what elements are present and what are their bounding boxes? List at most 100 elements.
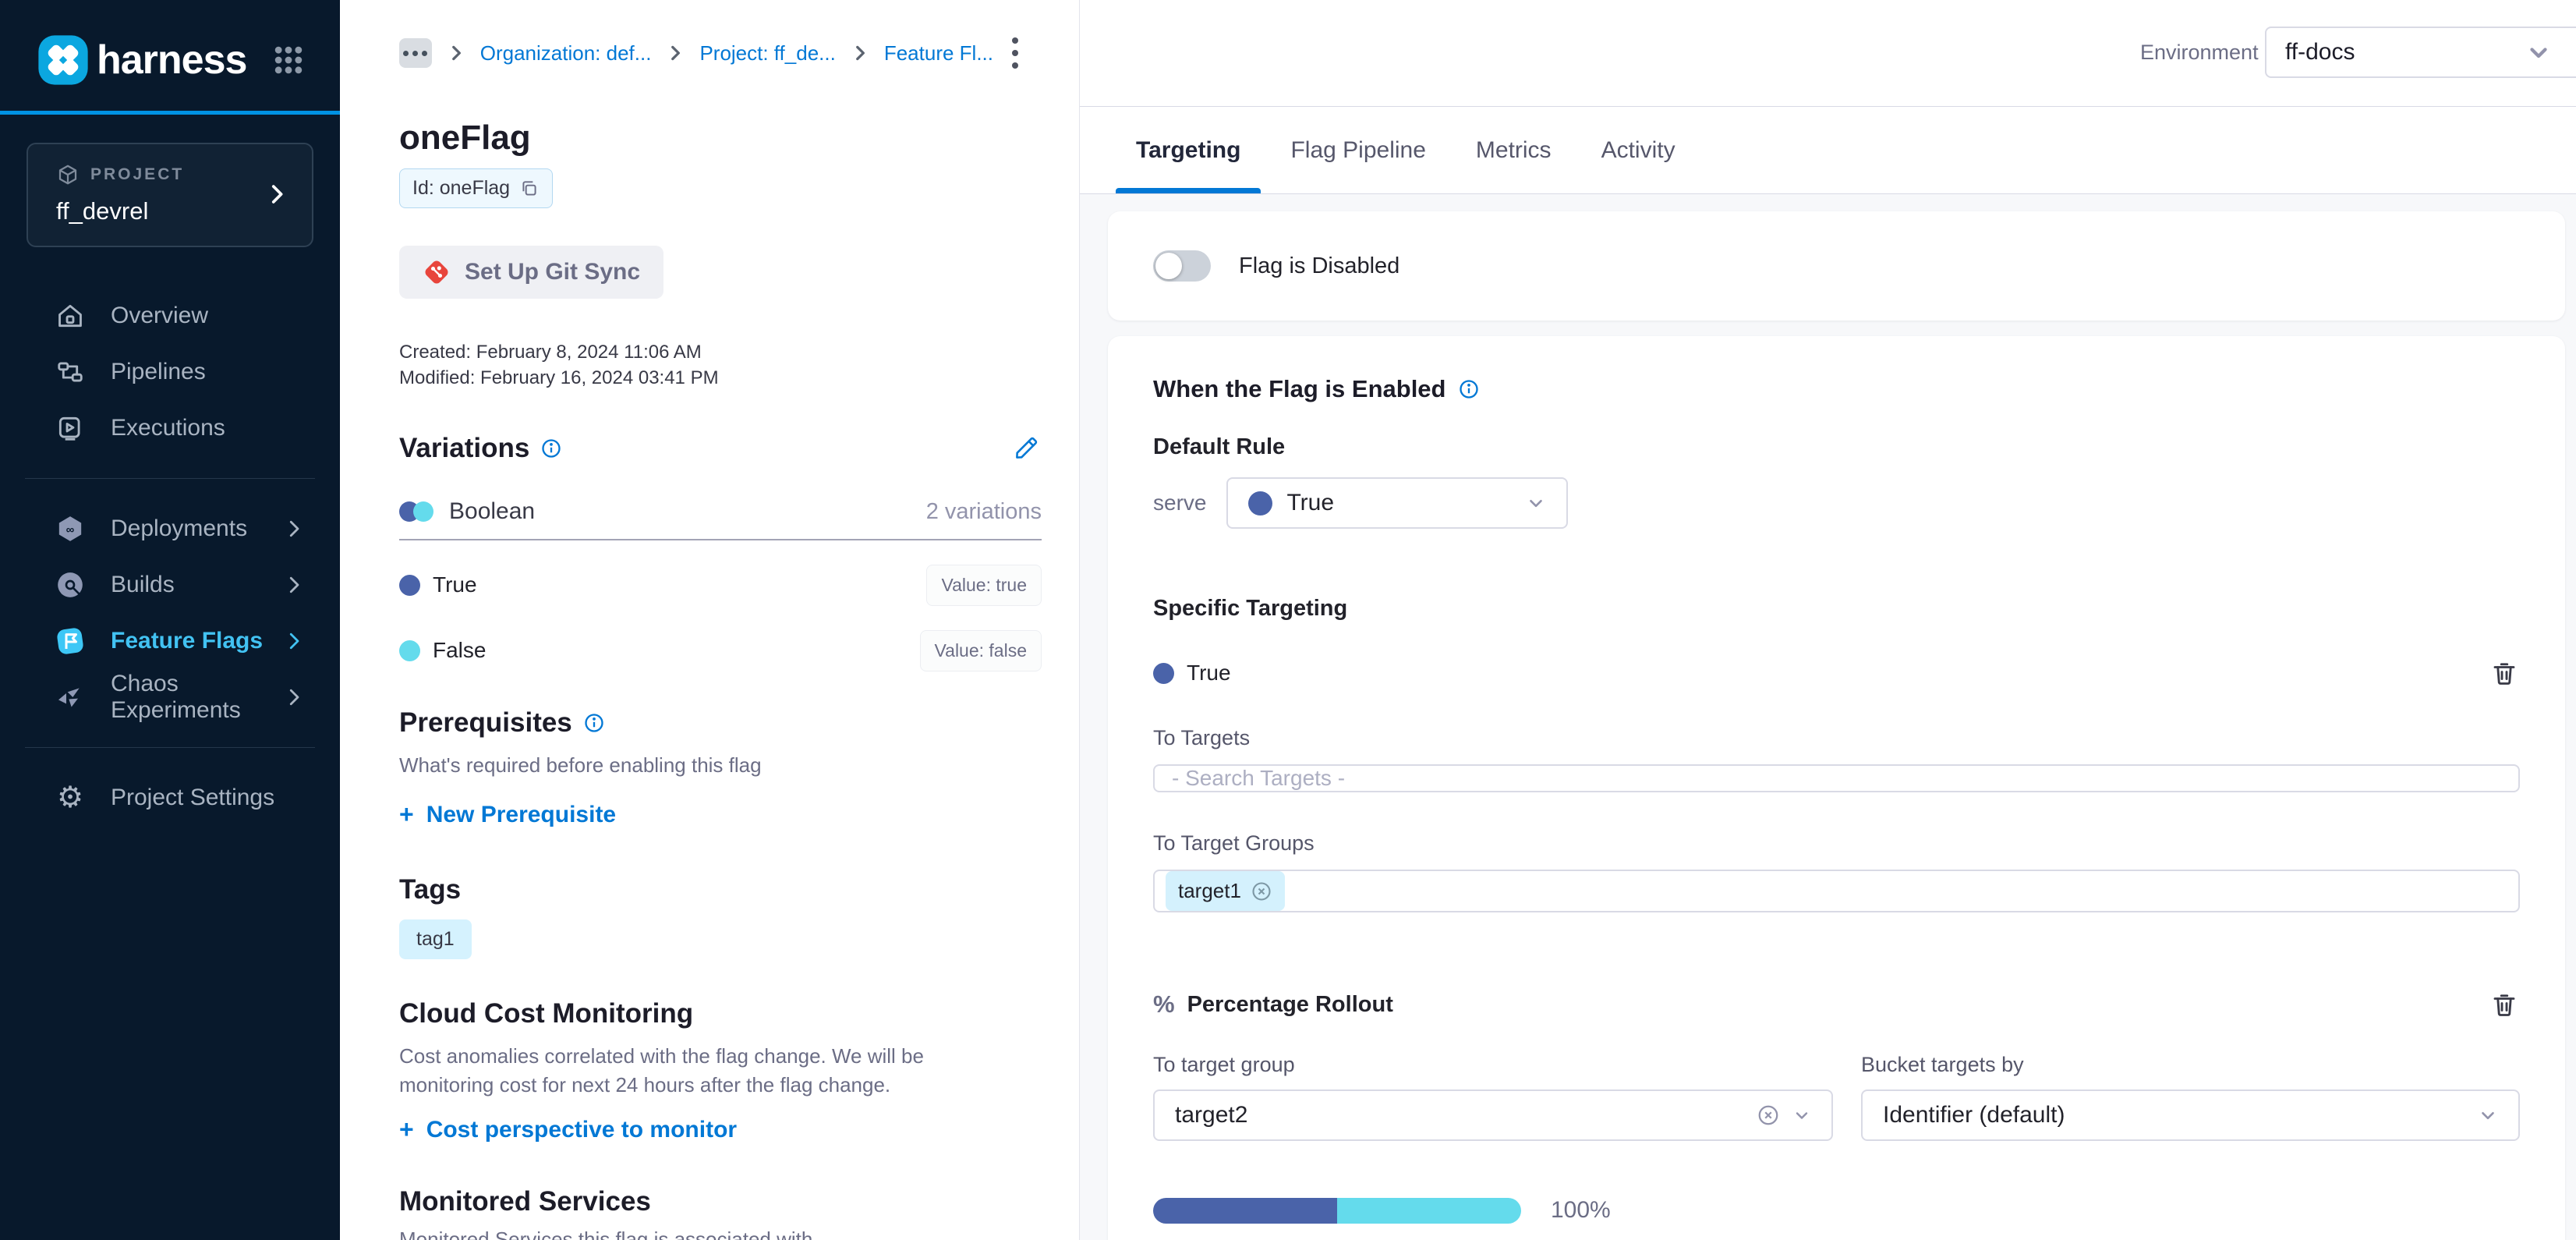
chevron-down-icon (2478, 1105, 2498, 1125)
rollout-target-group-label: To target group (1153, 1053, 1833, 1077)
rollout-target-group-value: target2 (1175, 1102, 1247, 1128)
tag-chip[interactable]: tag1 (399, 919, 472, 959)
bucket-targets-select[interactable]: Identifier (default) (1861, 1089, 2520, 1141)
delete-rollout-trash-icon[interactable] (2489, 990, 2520, 1019)
breadcrumb-project-link[interactable]: Project: ff_de... (699, 41, 835, 66)
plus-icon: + (399, 1115, 414, 1144)
flag-created-date: Created: February 8, 2024 11:06 AM (399, 339, 1042, 365)
chevron-down-icon (2525, 39, 2552, 66)
tab-targeting[interactable]: Targeting (1136, 107, 1240, 193)
clear-selection-icon[interactable] (1757, 1104, 1780, 1127)
to-targets-label: To Targets (1153, 726, 2520, 750)
git-icon (423, 258, 451, 286)
rollout-target-group-select[interactable]: target2 (1153, 1089, 1833, 1141)
new-prerequisite-button[interactable]: + New Prerequisite (399, 800, 1042, 829)
executions-icon (55, 413, 86, 444)
remove-chip-icon[interactable] (1251, 880, 1272, 902)
environment-select[interactable]: ff-docs (2265, 27, 2576, 78)
app-grid-icon[interactable] (265, 37, 312, 83)
sidebar-item-feature-flags[interactable]: Feature Flags (0, 613, 340, 669)
variations-heading: Variations (399, 433, 529, 464)
sidebar-item-chaos-experiments[interactable]: Chaos Experiments (0, 669, 340, 725)
harness-logo-icon (37, 34, 89, 86)
sidebar-item-deployments[interactable]: ∞ Deployments (0, 501, 340, 557)
sidebar-item-label: Chaos Experiments (111, 671, 282, 724)
flag-menu-kebab-icon[interactable] (1007, 33, 1023, 73)
sidebar-item-label: Builds (111, 572, 175, 598)
rollout-segment-true (1153, 1198, 1337, 1224)
flag-title: oneFlag (399, 119, 1042, 158)
project-label: PROJECT (90, 165, 184, 184)
cost-perspective-label: Cost perspective to monitor (426, 1117, 737, 1143)
copy-icon[interactable] (519, 179, 540, 199)
flag-modified-date: Modified: February 16, 2024 03:41 PM (399, 365, 1042, 391)
feature-flags-icon (55, 625, 86, 657)
setup-git-sync-button[interactable]: Set Up Git Sync (399, 246, 663, 299)
specific-targeting-heading: Specific Targeting (1153, 596, 2520, 622)
breadcrumb-overflow-button[interactable] (399, 38, 432, 68)
svg-text:∞: ∞ (66, 523, 75, 537)
search-targets-input[interactable] (1153, 764, 2520, 792)
builds-icon (55, 569, 86, 601)
info-icon (583, 712, 605, 734)
git-sync-label: Set Up Git Sync (465, 259, 640, 285)
flag-enabled-toggle[interactable] (1153, 250, 1211, 282)
specific-variation-row: True (1153, 659, 2520, 687)
home-icon (55, 300, 86, 331)
app-root: harness PROJECT (0, 0, 2576, 1240)
sidebar-item-pipelines[interactable]: Pipelines (0, 344, 340, 400)
info-icon (540, 438, 562, 459)
variation-name: False (433, 638, 486, 663)
project-selector[interactable]: PROJECT ff_devrel (27, 143, 313, 247)
sidebar-item-label: Pipelines (111, 359, 206, 385)
default-rule-label: Default Rule (1153, 434, 2520, 460)
breadcrumb-org-link[interactable]: Organization: def... (480, 41, 652, 66)
cost-perspective-button[interactable]: + Cost perspective to monitor (399, 1115, 1042, 1144)
gear-icon: ⚙ (55, 782, 86, 813)
chaos-experiments-icon (55, 682, 86, 713)
sidebar-item-label: Project Settings (111, 785, 274, 811)
tags-heading: Tags (399, 874, 461, 905)
sidebar-item-project-settings[interactable]: ⚙ Project Settings (0, 770, 340, 826)
sidebar-item-overview[interactable]: Overview (0, 288, 340, 344)
rollout-distribution-bar (1153, 1198, 1521, 1224)
edit-variations-pencil-icon[interactable] (1010, 435, 1042, 462)
default-serve-select[interactable]: True (1226, 477, 1568, 529)
sidebar-nav-bottom: ⚙ Project Settings (0, 770, 340, 826)
logo-row: harness (0, 0, 340, 86)
chevron-right-icon (264, 181, 290, 207)
variation-type-row: Boolean 2 variations (399, 498, 1042, 525)
true-variation-dot (399, 575, 420, 596)
rollout-distribution-bar-row: 100% (1153, 1197, 2520, 1224)
sidebar-item-label: Overview (111, 303, 208, 329)
prerequisites-description: What's required before enabling this fla… (399, 751, 1042, 780)
chevron-separator-icon (446, 43, 466, 63)
targeting-content: Flag is Disabled When the Flag is Enable… (1080, 194, 2576, 1240)
serve-value: True (1286, 490, 1334, 516)
target-groups-input[interactable]: target1 (1153, 870, 2520, 912)
sidebar-divider (25, 478, 315, 479)
sidebar-item-builds[interactable]: Builds (0, 557, 340, 613)
plus-icon: + (399, 800, 414, 829)
true-variation-dot (1153, 663, 1174, 684)
variation-value-badge: Value: false (920, 630, 1042, 671)
cloud-cost-description: Cost anomalies correlated with the flag … (399, 1042, 1007, 1100)
delete-targeting-trash-icon[interactable] (2489, 659, 2520, 687)
flag-id-chip[interactable]: Id: oneFlag (399, 168, 553, 208)
tab-activity[interactable]: Activity (1601, 107, 1675, 193)
variation-name: True (433, 572, 477, 597)
sidebar-nav-top: Overview Pipelines (0, 288, 340, 456)
sidebar-item-executions[interactable]: Executions (0, 400, 340, 456)
chevron-separator-icon (665, 43, 685, 63)
false-variation-dot (399, 640, 420, 661)
flag-state-label: Flag is Disabled (1239, 253, 1399, 279)
bucket-targets-label: Bucket targets by (1861, 1053, 2520, 1077)
divider (399, 539, 1042, 540)
serve-label: serve (1153, 491, 1206, 515)
tab-metrics[interactable]: Metrics (1476, 107, 1552, 193)
tab-flag-pipeline[interactable]: Flag Pipeline (1290, 107, 1425, 193)
bucket-targets-value: Identifier (default) (1883, 1102, 2065, 1128)
specific-variation-name: True (1187, 661, 1231, 686)
breadcrumb-feature-flags-link[interactable]: Feature Fl... (884, 41, 993, 66)
flag-tabs: Targeting Flag Pipeline Metrics Activity (1080, 107, 2576, 194)
